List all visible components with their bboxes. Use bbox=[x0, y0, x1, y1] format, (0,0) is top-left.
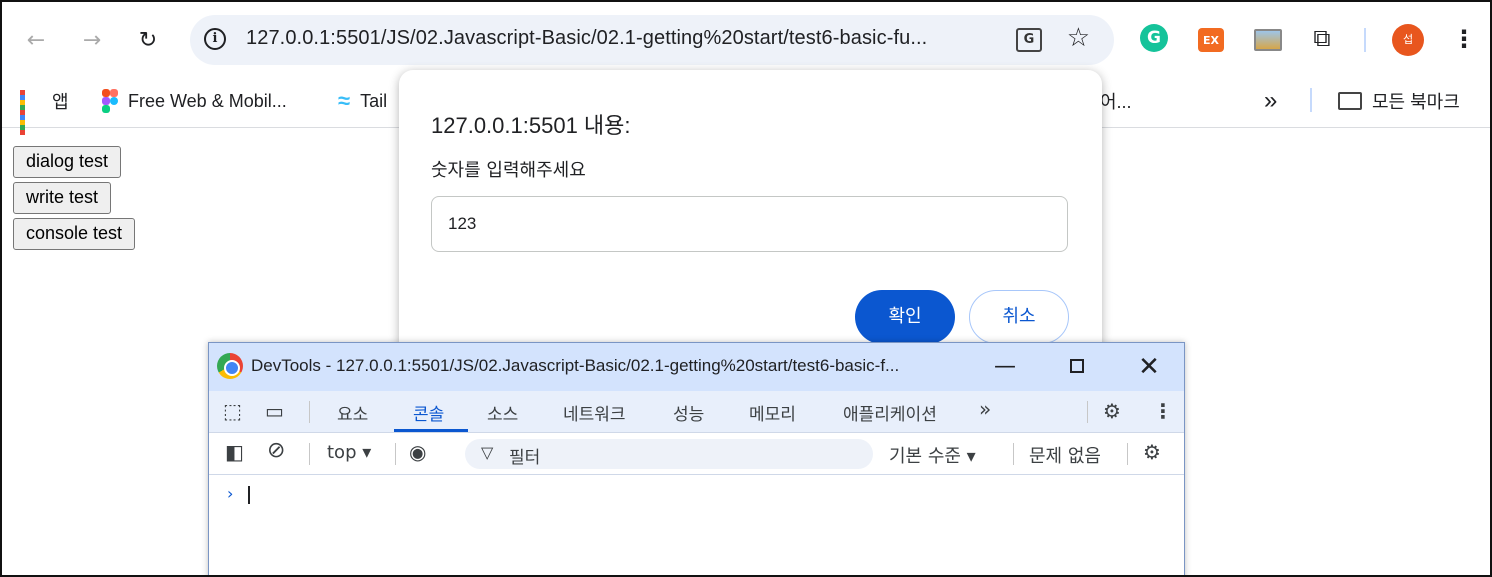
live-expression-eye-icon[interactable]: ◉ bbox=[409, 440, 426, 464]
console-toolbar: ◧ ⊘ top ▾ ◉ ▽ 필터 기본 수준 ▾ 문제 없음 ⚙ bbox=[209, 433, 1184, 475]
toolbar-divider bbox=[1127, 443, 1128, 465]
browser-toolbar: ← → ↻ i 127.0.0.1:5501/JS/02.Javascript-… bbox=[2, 2, 1490, 78]
extensions-puzzle-icon[interactable]: ⧉ bbox=[1308, 24, 1336, 52]
maximize-icon[interactable] bbox=[1057, 351, 1097, 383]
prompt-input[interactable]: 123 bbox=[431, 196, 1068, 252]
all-bookmarks[interactable]: 모든 북마크 bbox=[1338, 86, 1460, 116]
device-toolbar-icon[interactable]: ▭ bbox=[265, 399, 284, 423]
tab-performance[interactable]: 성능 bbox=[673, 400, 704, 425]
tab-elements[interactable]: 요소 bbox=[337, 400, 368, 425]
toolbar-divider bbox=[395, 443, 396, 465]
bookmark-label: 어... bbox=[1100, 92, 1132, 112]
reload-icon[interactable]: ↻ bbox=[132, 24, 164, 56]
screenshot-frame: ← → ↻ i 127.0.0.1:5501/JS/02.Javascript-… bbox=[0, 0, 1492, 577]
bookmarks-overflow-icon[interactable]: » bbox=[1264, 86, 1277, 116]
figma-icon bbox=[102, 89, 118, 113]
console-prompt-icon: › bbox=[227, 484, 234, 503]
settings-gear-icon[interactable]: ⚙ bbox=[1103, 399, 1121, 423]
filter-placeholder: 필터 bbox=[509, 448, 541, 468]
bookmark-truncated[interactable]: 어... bbox=[1100, 86, 1132, 116]
image-extension-icon[interactable] bbox=[1254, 29, 1282, 51]
write-test-button[interactable]: write test bbox=[13, 182, 112, 214]
back-icon[interactable]: ← bbox=[20, 24, 52, 56]
filter-icon: ▽ bbox=[481, 443, 494, 462]
close-icon[interactable]: ✕ bbox=[1129, 351, 1169, 383]
bookmarks-divider bbox=[1310, 88, 1312, 112]
bookmark-free-web[interactable]: Free Web & Mobil... bbox=[102, 86, 287, 116]
devtools-window: DevTools - 127.0.0.1:5501/JS/02.Javascri… bbox=[208, 342, 1185, 575]
ok-button[interactable]: 확인 bbox=[855, 290, 955, 344]
clear-console-icon[interactable]: ⊘ bbox=[267, 438, 285, 463]
site-info-icon[interactable]: i bbox=[204, 28, 226, 50]
all-bookmarks-label: 모든 북마크 bbox=[1372, 92, 1460, 112]
grammarly-extension-icon[interactable]: G bbox=[1140, 24, 1168, 52]
tailwind-icon: ≈ bbox=[338, 88, 351, 113]
toolbar-divider bbox=[309, 443, 310, 465]
translate-icon[interactable]: G bbox=[1016, 28, 1042, 52]
bookmark-label: Free Web & Mobil... bbox=[128, 90, 287, 111]
devtools-tabs: ⬚ ▭ 요소 콘솔 소스 네트워크 성능 메모리 애플리케이션 » ⚙ ⋮ bbox=[209, 391, 1184, 433]
profile-avatar[interactable]: 섭 bbox=[1392, 24, 1424, 56]
dialog-test-button[interactable]: dialog test bbox=[13, 146, 122, 178]
bookmark-star-icon[interactable]: ☆ bbox=[1067, 23, 1090, 53]
bookmark-label: Tail bbox=[360, 90, 388, 111]
log-level-dropdown[interactable]: 기본 수준 ▾ bbox=[889, 442, 976, 468]
tab-network[interactable]: 네트워크 bbox=[563, 400, 626, 425]
dialog-message: 숫자를 입력해주세요 bbox=[431, 160, 586, 181]
browser-menu-icon[interactable]: ⋮ bbox=[1452, 24, 1476, 54]
minimize-icon[interactable]: — bbox=[985, 351, 1025, 383]
tab-console[interactable]: 콘솔 bbox=[413, 400, 444, 425]
inspect-element-icon[interactable]: ⬚ bbox=[223, 399, 242, 423]
more-tabs-icon[interactable]: » bbox=[979, 397, 991, 421]
console-settings-gear-icon[interactable]: ⚙ bbox=[1143, 440, 1161, 464]
bookmark-label: 앱 bbox=[52, 92, 69, 112]
sidebar-toggle-icon[interactable]: ◧ bbox=[225, 440, 244, 464]
address-bar[interactable]: i 127.0.0.1:5501/JS/02.Javascript-Basic/… bbox=[190, 15, 1114, 65]
console-filter-input[interactable]: ▽ 필터 bbox=[465, 439, 873, 469]
ex-extension-icon[interactable]: EX bbox=[1198, 28, 1224, 52]
folder-icon bbox=[1338, 92, 1362, 110]
devtools-titlebar[interactable]: DevTools - 127.0.0.1:5501/JS/02.Javascri… bbox=[209, 343, 1184, 391]
console-caret bbox=[248, 486, 250, 504]
tab-application[interactable]: 애플리케이션 bbox=[843, 400, 937, 425]
bookmark-tailwind[interactable]: ≈ Tail bbox=[338, 86, 387, 116]
tab-memory[interactable]: 메모리 bbox=[749, 400, 796, 425]
apps-grid-icon bbox=[20, 90, 42, 135]
bookmark-apps[interactable]: 앱 bbox=[20, 86, 69, 135]
issues-status[interactable]: 문제 없음 bbox=[1029, 442, 1101, 468]
tabs-divider bbox=[1087, 401, 1088, 423]
chrome-logo-icon bbox=[217, 353, 243, 379]
dialog-title: 127.0.0.1:5501 내용: bbox=[431, 113, 631, 138]
tab-sources[interactable]: 소스 bbox=[487, 400, 518, 425]
forward-icon[interactable]: → bbox=[76, 24, 108, 56]
console-area[interactable]: › bbox=[209, 476, 1184, 575]
toolbar-divider bbox=[1364, 28, 1366, 52]
toolbar-divider bbox=[1013, 443, 1014, 465]
console-test-button[interactable]: console test bbox=[13, 218, 136, 250]
devtools-menu-icon[interactable]: ⋮ bbox=[1153, 399, 1173, 423]
url-text[interactable]: 127.0.0.1:5501/JS/02.Javascript-Basic/02… bbox=[246, 27, 927, 50]
cancel-button[interactable]: 취소 bbox=[969, 290, 1069, 344]
tabs-divider bbox=[309, 401, 310, 423]
context-selector[interactable]: top ▾ bbox=[327, 442, 371, 463]
prompt-dialog: 127.0.0.1:5501 내용: 숫자를 입력해주세요 123 확인 취소 bbox=[399, 70, 1102, 370]
devtools-title: DevTools - 127.0.0.1:5501/JS/02.Javascri… bbox=[251, 356, 900, 375]
active-tab-indicator bbox=[394, 429, 468, 432]
